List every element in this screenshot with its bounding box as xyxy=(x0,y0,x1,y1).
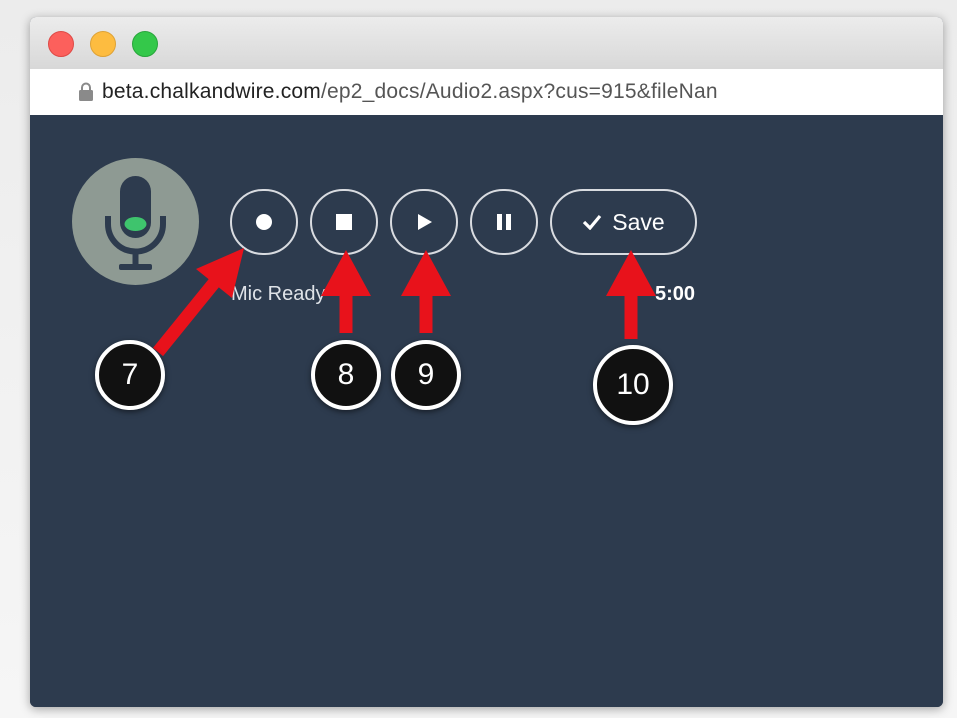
url-path: /ep2_docs/Audio2.aspx?cus=915&fileNan xyxy=(320,80,718,103)
url-host: beta.chalkandwire.com xyxy=(102,80,321,103)
stop-button[interactable] xyxy=(310,189,378,255)
title-bar xyxy=(30,17,943,69)
stop-icon xyxy=(336,214,352,230)
minimize-window-button[interactable] xyxy=(90,31,116,57)
save-button[interactable]: Save xyxy=(550,189,697,255)
maximize-window-button[interactable] xyxy=(132,31,158,57)
pause-icon xyxy=(497,214,511,230)
close-window-button[interactable] xyxy=(48,31,74,57)
browser-window: beta.chalkandwire.com/ep2_docs/Audio2.as… xyxy=(30,17,943,707)
record-button[interactable] xyxy=(230,189,298,255)
recording-timer: 5:00 xyxy=(654,283,695,305)
callout-8: 8 xyxy=(311,340,381,410)
record-icon xyxy=(256,214,272,230)
microphone-avatar xyxy=(72,158,199,285)
address-bar[interactable]: beta.chalkandwire.com/ep2_docs/Audio2.as… xyxy=(30,69,943,116)
callout-7: 7 xyxy=(95,340,165,410)
save-button-label: Save xyxy=(612,208,665,235)
url-text: beta.chalkandwire.com/ep2_docs/Audio2.as… xyxy=(102,80,912,104)
pause-button[interactable] xyxy=(470,189,538,255)
play-icon xyxy=(418,214,432,230)
play-button[interactable] xyxy=(390,189,458,255)
mic-status-text: Mic Ready xyxy=(231,283,326,305)
check-icon xyxy=(583,214,602,230)
microphone-icon xyxy=(105,176,166,270)
audio-recorder-panel: Save Mic Ready 5:00 xyxy=(30,115,943,707)
callout-9: 9 xyxy=(391,340,461,410)
callout-10: 10 xyxy=(593,345,673,425)
lock-icon xyxy=(78,82,94,102)
